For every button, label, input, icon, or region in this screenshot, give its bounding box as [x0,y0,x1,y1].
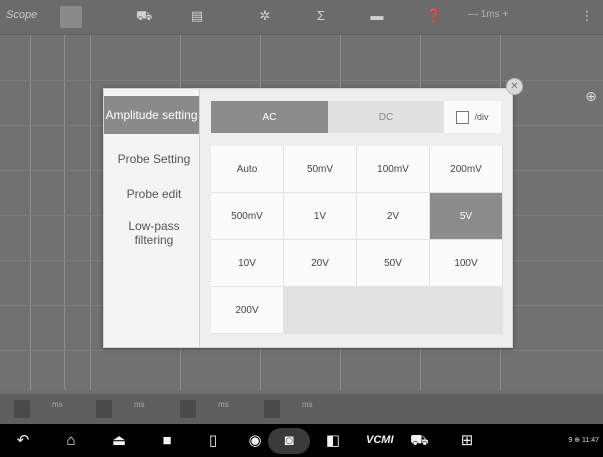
menu-item-label: Probe edit [126,187,182,201]
menu-item-label: Probe Setting [117,152,191,166]
recent-apps-icon[interactable]: ■ [158,432,176,450]
per-div-label: /div [474,112,489,122]
range-label: 50V [384,257,402,269]
menu-item-probe-edit[interactable]: Probe edit [110,187,198,201]
channel-d-button[interactable] [264,400,280,418]
layout-icon[interactable]: ▤ [190,9,204,23]
channel-strip: ms ms ms ms [0,394,603,424]
range-option[interactable]: 1V [284,193,356,239]
folder-icon[interactable]: ▬ [370,9,384,23]
range-option[interactable]: 100mV [357,146,429,192]
record-icon[interactable]: ◧ [324,432,342,450]
top-toolbar: Scope ⛟ ▤ ✲ Σ ▬ ❓ — 1ms + ⋮ [0,0,603,35]
tab-dc[interactable]: DC [328,101,444,133]
range-label: 5V [459,210,473,222]
per-div-checkbox[interactable] [456,110,470,124]
upload-icon[interactable]: ⏏ [110,432,128,450]
vcmi-label[interactable]: VCMI [366,434,394,446]
channel-label: ms [52,400,63,409]
app-title: Scope [6,9,38,21]
dialog-side-menu: Amplitude setting Probe Setting Probe ed… [104,89,200,347]
close-icon[interactable]: ✕ [506,78,523,95]
screenshot-button[interactable]: ◙ [268,428,310,454]
channel-label: ms [302,400,313,409]
menu-item-label: Amplitude setting [105,108,198,122]
range-option[interactable]: Auto [211,146,283,192]
car-icon[interactable]: ⛟ [410,432,429,450]
channel-b-button[interactable] [96,400,112,418]
tab-label: AC [262,111,277,123]
channel-label: ms [134,400,145,409]
tab-label: DC [378,111,394,123]
system-nav-bar: ↶ ⌂ ⏏ ■ ▯ ◉ ◙ ◧ VCMI ⛟ ⊞ 9 ⊕ 11:47 [0,424,603,457]
help-icon[interactable]: ❓ [426,9,442,23]
range-option[interactable]: 50mV [284,146,356,192]
tab-ac[interactable]: AC [211,101,328,133]
menu-icon[interactable]: ⋮ [580,9,594,23]
range-label: 50mV [306,163,334,175]
dialog-content: AC DC /div Auto 50mV 100mV 200mV 500mV 1… [200,89,512,347]
range-label: 1V [313,210,327,222]
range-option[interactable]: 20V [284,240,356,286]
coupling-tabs: AC DC /div [211,101,501,133]
channel-a-button[interactable] [14,400,30,418]
range-label: 2V [386,210,400,222]
network-icon[interactable]: ⊞ [458,432,476,450]
range-option-selected[interactable]: 5V [430,193,502,239]
gear-icon[interactable]: ✲ [258,9,272,23]
amplitude-dialog: Amplitude setting Probe Setting Probe ed… [103,88,513,348]
split-screen-icon[interactable]: ▯ [204,432,222,450]
car-icon[interactable]: ⛟ [136,9,152,23]
range-option[interactable]: 200mV [430,146,502,192]
range-label: Auto [236,163,258,175]
back-icon[interactable]: ↶ [14,432,32,450]
range-label: 500mV [231,210,263,222]
channel-label: ms [218,400,229,409]
time-readout[interactable]: — 1ms + [468,9,508,20]
menu-item-low-pass-filtering[interactable]: Low-pass filtering [110,219,198,247]
sigma-icon[interactable]: Σ [314,9,328,23]
range-option[interactable]: 2V [357,193,429,239]
range-option[interactable]: 200V [211,287,283,333]
range-label: 100mV [377,163,409,175]
per-div-toggle[interactable]: /div [444,101,501,133]
range-option[interactable]: 100V [430,240,502,286]
zoom-icon[interactable]: ⊕ [583,88,599,104]
range-option[interactable]: 500mV [211,193,283,239]
range-option[interactable]: 50V [357,240,429,286]
menu-item-amplitude-setting[interactable]: Amplitude setting [104,96,199,134]
menu-item-label: Low-pass filtering [128,219,180,247]
range-label: 200V [235,304,259,316]
menu-item-probe-setting[interactable]: Probe Setting [110,152,198,166]
range-label: 20V [311,257,329,269]
play-button[interactable] [60,6,82,28]
status-indicators: 9 ⊕ 11:47 [568,437,599,444]
range-label: 100V [454,257,478,269]
range-label: 200mV [450,163,482,175]
channel-c-button[interactable] [180,400,196,418]
range-grid: Auto 50mV 100mV 200mV 500mV 1V 2V 5V 10V… [211,146,503,334]
range-label: 10V [238,257,256,269]
range-option[interactable]: 10V [211,240,283,286]
browser-icon[interactable]: ◉ [246,432,264,450]
camera-icon: ◙ [284,432,294,449]
home-icon[interactable]: ⌂ [62,432,80,450]
